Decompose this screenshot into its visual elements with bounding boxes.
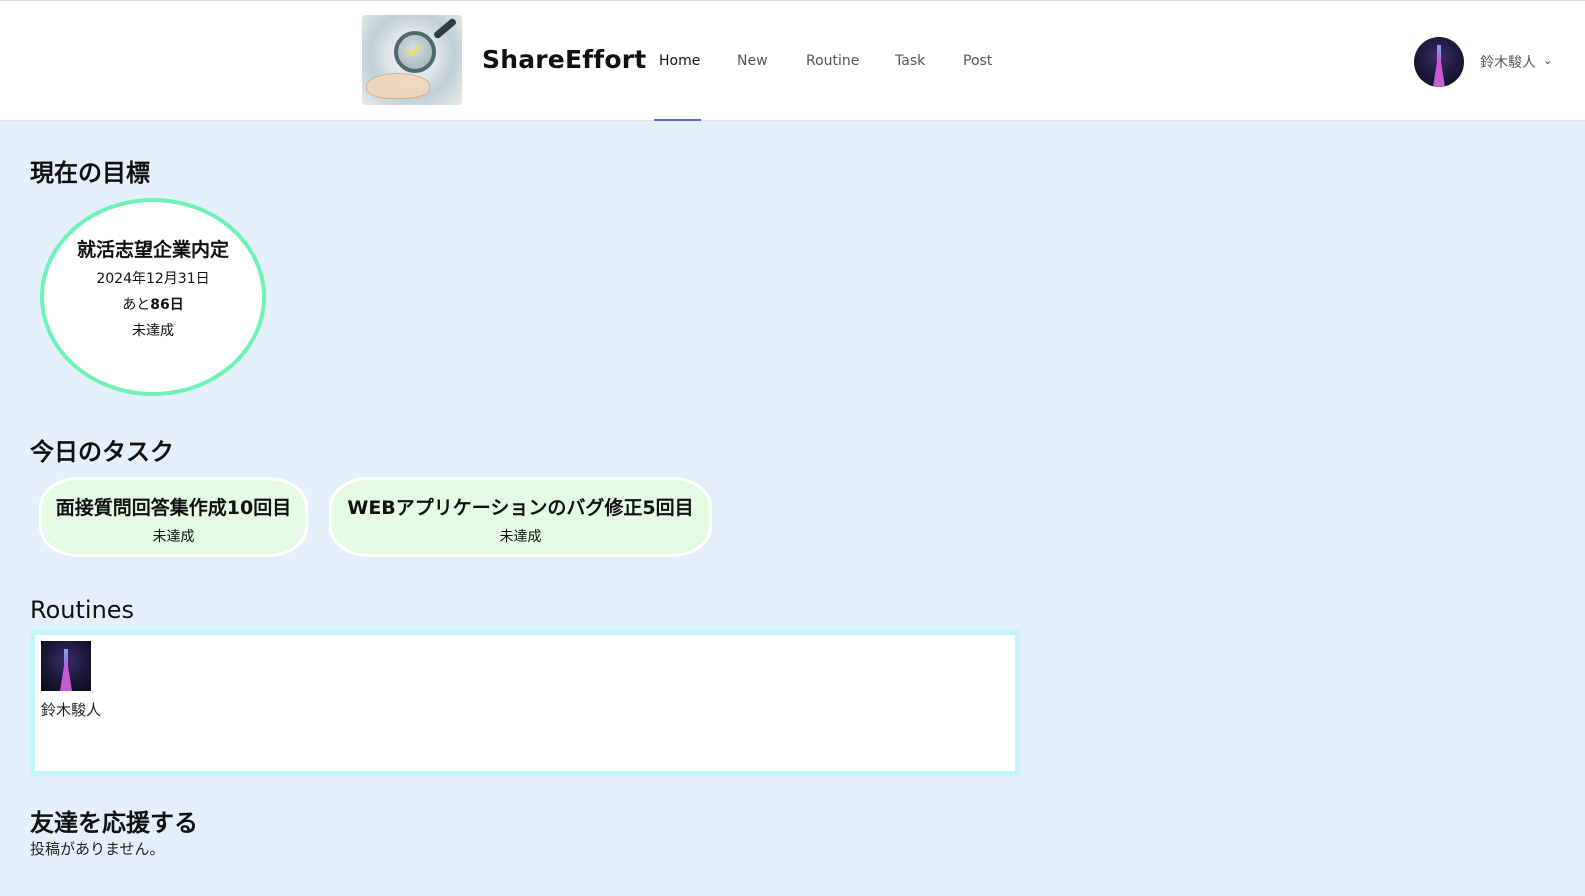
routine-user-avatar[interactable] [41,641,91,691]
goal-card[interactable]: 就活志望企業内定 2024年12月31日 あと86日 未達成 [40,198,266,396]
goal-remaining-prefix: あと [122,297,151,313]
logo-image[interactable] [362,15,462,105]
nav-home[interactable]: Home [659,53,700,69]
nav-new[interactable]: New [737,53,768,69]
magnifier-handle [432,17,458,40]
task-title: 面接質問回答集作成10回目 [55,497,292,519]
top-navbar: ShareEffort Home New Routine Task Post 鈴… [0,0,1585,121]
goal-title: 就活志望企業内定 [76,239,229,261]
brand-name[interactable]: ShareEffort [482,45,646,74]
support-heading: 友達を応援する [30,809,198,837]
avatar-tower [1433,49,1445,87]
nav-routine[interactable]: Routine [806,53,859,69]
routines-list: 鈴木駿人 [30,630,1020,776]
user-avatar[interactable] [1414,37,1464,87]
nav-active-indicator [654,119,701,121]
hand-shape [366,73,430,99]
chevron-down-icon[interactable]: ⌄ [1543,54,1552,67]
goal-status: 未達成 [132,323,174,339]
goal-remaining: あと86日 [44,294,262,314]
task-status: 未達成 [499,529,542,545]
task-card[interactable]: WEBアプリケーションのバグ修正5回目 未達成 [329,477,712,557]
user-menu-name[interactable]: 鈴木駿人 [1480,52,1536,72]
goal-date: 2024年12月31日 [96,271,210,287]
goal-heading: 現在の目標 [30,159,150,187]
tasks-heading: 今日のタスク [30,438,174,466]
goal-remaining-days: 86日 [150,297,184,313]
nav-task[interactable]: Task [895,53,925,69]
task-title: WEBアプリケーションのバグ修正5回目 [347,497,694,519]
routine-user-name[interactable]: 鈴木駿人 [41,699,101,720]
routines-heading: Routines [30,596,135,624]
task-status: 未達成 [152,529,195,545]
avatar-tower [60,653,72,691]
nav-post[interactable]: Post [963,53,992,69]
empty-posts-message: 投稿がありません。 [30,840,165,858]
task-card[interactable]: 面接質問回答集作成10回目 未達成 [39,477,308,557]
